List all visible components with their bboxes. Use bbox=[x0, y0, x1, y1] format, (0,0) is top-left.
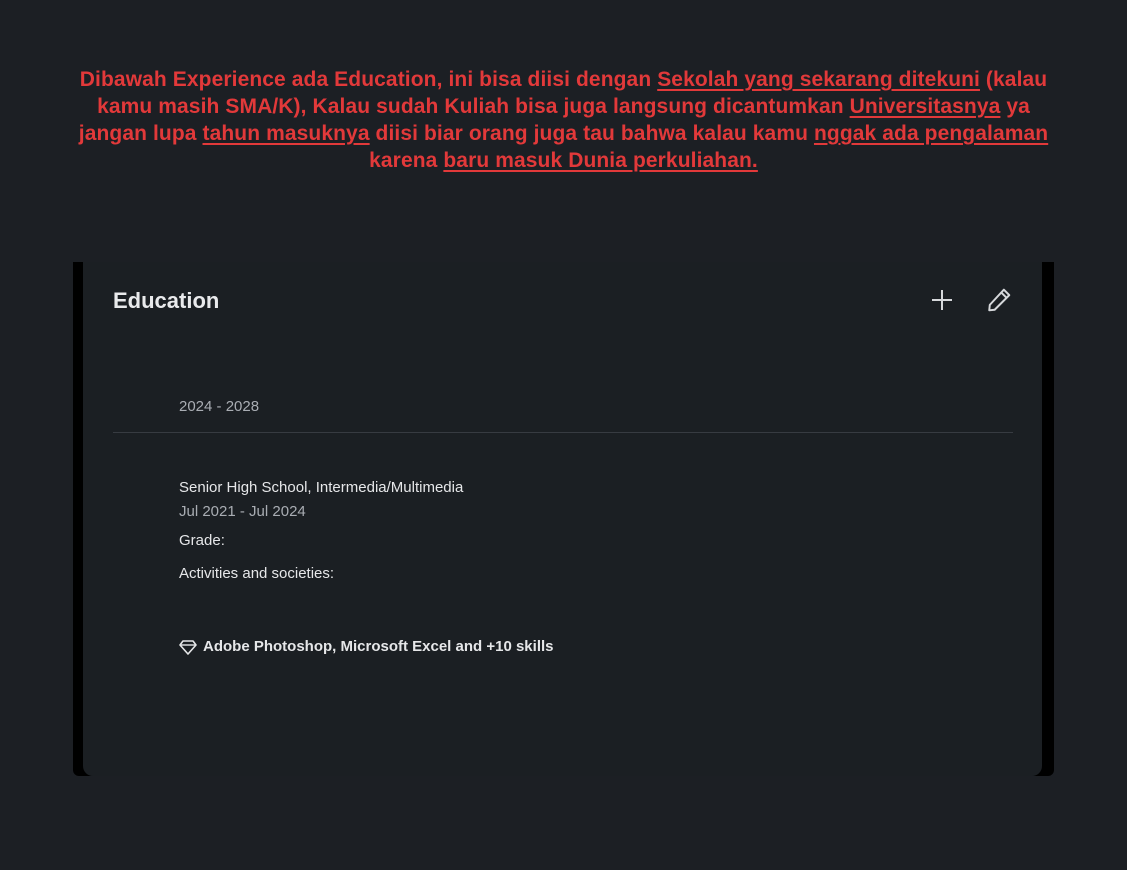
annotation-underline-no-experience: nggak ada pengalaman bbox=[813, 122, 1049, 145]
annotation-text: Dibawah Experience ada Education, ini bi… bbox=[60, 66, 1067, 174]
edit-education-button[interactable] bbox=[983, 284, 1015, 316]
entry-dates: 2024 - 2028 bbox=[179, 398, 260, 415]
add-education-button[interactable] bbox=[926, 284, 958, 316]
section-title: Education bbox=[113, 288, 220, 313]
page: Dibawah Experience ada Education, ini bi… bbox=[0, 0, 1127, 870]
annotation-underline-university: Universitasnya bbox=[849, 95, 1001, 118]
annotation-underline-new-college: baru masuk Dunia perkuliahan. bbox=[443, 149, 758, 172]
annotation-part-1: Dibawah Experience ada Education, ini bi… bbox=[79, 68, 658, 91]
skills-text: Adobe Photoshop, Microsoft Excel and +10… bbox=[203, 638, 554, 655]
annotation-part-5: karena bbox=[369, 149, 444, 172]
entry-title: Senior High School, Intermedia/Multimedi… bbox=[179, 479, 464, 496]
annotation-part-4: diisi biar orang juga tau bahwa kalau ka… bbox=[369, 122, 814, 145]
entry-activities-label: Activities and societies: bbox=[179, 565, 335, 582]
pencil-icon bbox=[988, 288, 1011, 312]
entry-grade-label: Grade: bbox=[179, 532, 225, 549]
annotation-underline-school: Sekolah yang sekarang ditekuni bbox=[657, 68, 980, 91]
plus-icon bbox=[932, 290, 952, 310]
skills-link[interactable]: Adobe Photoshop, Microsoft Excel and +10… bbox=[179, 638, 554, 656]
diamond-icon bbox=[179, 640, 197, 655]
divider bbox=[113, 432, 1013, 433]
annotation-underline-entry-year: tahun masuknya bbox=[202, 122, 370, 145]
entry-dates: Jul 2021 - Jul 2024 bbox=[179, 503, 306, 520]
